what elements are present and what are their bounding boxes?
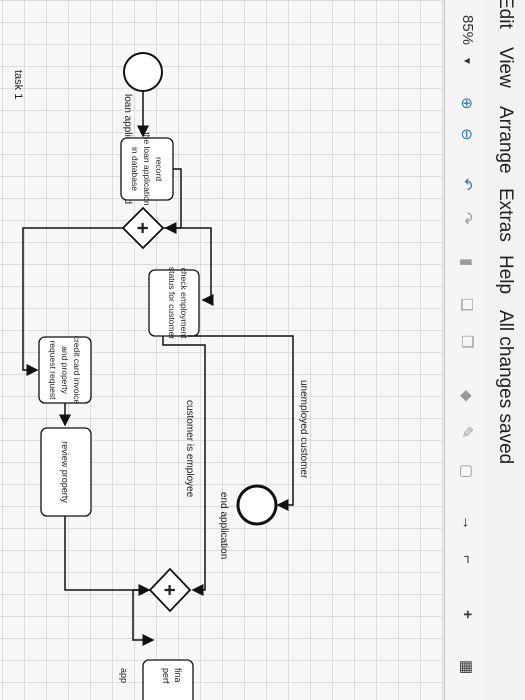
insert-icon[interactable]: +: [459, 610, 476, 619]
menu-view[interactable]: View: [494, 47, 516, 88]
connection-icon[interactable]: →: [459, 515, 476, 530]
end-event[interactable]: [236, 484, 278, 526]
redo-icon[interactable]: ↷: [458, 212, 476, 225]
task-record-line1: record: [154, 157, 164, 181]
label-unemployed: unemployed customer: [298, 380, 309, 479]
gateway-join-plus-icon: +: [158, 584, 180, 596]
menu-arrange[interactable]: Arrange: [494, 106, 516, 174]
task-check-line2: status for customer: [167, 267, 177, 339]
zoom-dropdown-icon[interactable]: ▼: [461, 56, 472, 66]
shadow-icon[interactable]: ▢: [458, 464, 476, 478]
waypoint-icon[interactable]: ⌐: [459, 555, 476, 564]
flow-join-to-next[interactable]: [132, 589, 155, 646]
save-status: All changes saved: [495, 310, 516, 465]
menu-edit[interactable]: Edit: [494, 0, 516, 29]
end-event-label: end application: [218, 492, 229, 559]
toolbar: 85% ▼ ⊕ ⊖ ↶ ↷ ▮ ❑ ❐ ◆ ✎ ▢ → ⌐ + ▦: [444, 0, 485, 700]
zoom-in-icon[interactable]: ⊕: [458, 97, 476, 110]
task-cut-label3: app: [119, 668, 129, 683]
delete-icon[interactable]: ▮: [458, 258, 476, 266]
task-credit-line1: credit card invoice: [72, 336, 82, 405]
menu-help[interactable]: Help: [494, 255, 516, 294]
gateway-plus-icon: +: [131, 222, 153, 234]
flow-review-to-join[interactable]: [64, 516, 151, 596]
task-record-line2: the loan application: [142, 132, 152, 206]
task-cut-label1: fina: [173, 668, 183, 683]
label-employee: customer is employee: [184, 400, 195, 498]
task-cut-label2: perf: [161, 668, 171, 684]
zoom-out-icon[interactable]: ⊖: [458, 128, 476, 141]
task-credit-line2: and property: [60, 346, 70, 394]
fill-color-icon[interactable]: ◆: [458, 390, 476, 402]
zoom-level[interactable]: 85%: [459, 15, 476, 45]
undo-icon[interactable]: ↶: [458, 178, 476, 191]
menu-extras[interactable]: Extras: [494, 188, 516, 242]
to-front-icon[interactable]: ❑: [458, 298, 476, 311]
table-icon[interactable]: ▦: [458, 660, 476, 674]
task-credit-line3: request request: [48, 340, 58, 400]
task-record-line3: in database: [130, 147, 140, 191]
task-review-label: review property: [60, 441, 70, 503]
task-check-line1: check employment: [179, 268, 189, 340]
bpmn-diagram[interactable]: task 1 loan application received record …: [0, 0, 443, 700]
diagram-canvas[interactable]: task 1 loan application received record …: [0, 0, 443, 700]
pool-label: task 1: [12, 70, 24, 99]
line-color-icon[interactable]: ✎: [458, 426, 476, 439]
to-back-icon[interactable]: ❐: [458, 335, 476, 348]
app-window: Edit View Arrange Extras Help All change…: [0, 0, 525, 700]
flow-unemployed[interactable]: [188, 335, 294, 511]
start-event[interactable]: [123, 52, 163, 92]
menu-bar: Edit View Arrange Extras Help All change…: [484, 0, 525, 700]
